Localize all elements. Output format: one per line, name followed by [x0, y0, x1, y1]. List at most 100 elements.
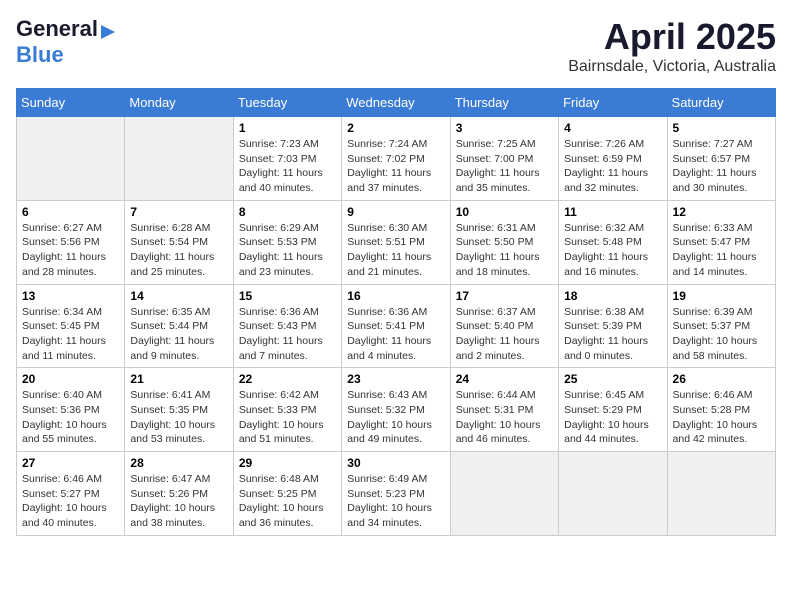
day-info: Sunrise: 6:35 AM Sunset: 5:44 PM Dayligh… — [130, 305, 227, 364]
day-number: 10 — [456, 205, 553, 219]
calendar-cell: 5Sunrise: 7:27 AM Sunset: 6:57 PM Daylig… — [667, 117, 775, 201]
day-number: 9 — [347, 205, 444, 219]
calendar-cell: 1 Sunrise: 7:23 AM Sunset: 7:03 PM Daylig… — [233, 117, 341, 201]
day-info: Sunrise: 6:38 AM Sunset: 5:39 PM Dayligh… — [564, 305, 661, 364]
day-info: Sunrise: 6:47 AM Sunset: 5:26 PM Dayligh… — [130, 472, 227, 531]
calendar-cell: 4 Sunrise: 7:26 AM Sunset: 6:59 PM Daylig… — [559, 117, 667, 201]
day-info: Sunrise: 7:27 AM Sunset: 6:57 PM Dayligh… — [673, 137, 770, 196]
day-info: Sunrise: 6:30 AM Sunset: 5:51 PM Dayligh… — [347, 221, 444, 280]
day-info: Sunrise: 6:31 AM Sunset: 5:50 PM Dayligh… — [456, 221, 553, 280]
day-number: 11 — [564, 205, 661, 219]
day-info: Sunrise: 6:46 AM Sunset: 5:27 PM Dayligh… — [22, 472, 119, 531]
col-header-saturday: Saturday — [667, 89, 775, 117]
day-number: 26 — [673, 372, 770, 386]
logo-blue-text: Blue — [16, 42, 64, 67]
day-number: 17 — [456, 289, 553, 303]
col-header-monday: Monday — [125, 89, 233, 117]
calendar-week-row: 1 Sunrise: 7:23 AM Sunset: 7:03 PM Daylig… — [17, 117, 776, 201]
day-number: 1 — [239, 121, 336, 135]
calendar-cell: 28 Sunrise: 6:47 AM Sunset: 5:26 PM Dayli… — [125, 452, 233, 536]
day-info: Sunrise: 6:46 AM Sunset: 5:28 PM Dayligh… — [673, 388, 770, 447]
calendar-cell: 16 Sunrise: 6:36 AM Sunset: 5:41 PM Dayli… — [342, 284, 450, 368]
logo: General Blue — [16, 16, 117, 68]
calendar-cell: 26 Sunrise: 6:46 AM Sunset: 5:28 PM Dayli… — [667, 368, 775, 452]
calendar-week-row: 13 Sunrise: 6:34 AM Sunset: 5:45 PM Dayli… — [17, 284, 776, 368]
day-number: 23 — [347, 372, 444, 386]
day-info: Sunrise: 6:40 AM Sunset: 5:36 PM Dayligh… — [22, 388, 119, 447]
day-info: Sunrise: 6:36 AM Sunset: 5:41 PM Dayligh… — [347, 305, 444, 364]
day-number: 24 — [456, 372, 553, 386]
day-number: 19 — [673, 289, 770, 303]
day-info: Sunrise: 6:44 AM Sunset: 5:31 PM Dayligh… — [456, 388, 553, 447]
calendar-cell: 9 Sunrise: 6:30 AM Sunset: 5:51 PM Daylig… — [342, 200, 450, 284]
calendar-cell: 13 Sunrise: 6:34 AM Sunset: 5:45 PM Dayli… — [17, 284, 125, 368]
calendar-cell: 25Sunrise: 6:45 AM Sunset: 5:29 PM Dayli… — [559, 368, 667, 452]
calendar-week-row: 6 Sunrise: 6:27 AM Sunset: 5:56 PM Daylig… — [17, 200, 776, 284]
calendar-cell: 14 Sunrise: 6:35 AM Sunset: 5:44 PM Dayli… — [125, 284, 233, 368]
calendar-week-row: 27 Sunrise: 6:46 AM Sunset: 5:27 PM Dayli… — [17, 452, 776, 536]
col-header-thursday: Thursday — [450, 89, 558, 117]
day-info: Sunrise: 6:45 AM Sunset: 5:29 PM Dayligh… — [564, 388, 661, 447]
calendar-cell: 21 Sunrise: 6:41 AM Sunset: 5:35 PM Dayli… — [125, 368, 233, 452]
day-info: Sunrise: 6:29 AM Sunset: 5:53 PM Dayligh… — [239, 221, 336, 280]
day-number: 2 — [347, 121, 444, 135]
day-number: 12 — [673, 205, 770, 219]
location-title: Bairnsdale, Victoria, Australia — [568, 58, 776, 76]
day-number: 14 — [130, 289, 227, 303]
day-info: Sunrise: 6:36 AM Sunset: 5:43 PM Dayligh… — [239, 305, 336, 364]
page-header: General Blue April 2025 Bairnsdale, Vict… — [16, 16, 776, 76]
calendar-cell: 2 Sunrise: 7:24 AM Sunset: 7:02 PM Daylig… — [342, 117, 450, 201]
day-info: Sunrise: 6:49 AM Sunset: 5:23 PM Dayligh… — [347, 472, 444, 531]
calendar-cell — [450, 452, 558, 536]
col-header-wednesday: Wednesday — [342, 89, 450, 117]
day-number: 22 — [239, 372, 336, 386]
day-number: 15 — [239, 289, 336, 303]
day-number: 8 — [239, 205, 336, 219]
day-info: Sunrise: 6:33 AM Sunset: 5:47 PM Dayligh… — [673, 221, 770, 280]
day-info: Sunrise: 6:34 AM Sunset: 5:45 PM Dayligh… — [22, 305, 119, 364]
day-info: Sunrise: 7:26 AM Sunset: 6:59 PM Dayligh… — [564, 137, 661, 196]
calendar-cell — [125, 117, 233, 201]
calendar-cell: 11 Sunrise: 6:32 AM Sunset: 5:48 PM Dayli… — [559, 200, 667, 284]
day-number: 7 — [130, 205, 227, 219]
day-number: 16 — [347, 289, 444, 303]
title-block: April 2025 Bairnsdale, Victoria, Austral… — [568, 16, 776, 76]
calendar-cell: 17Sunrise: 6:37 AM Sunset: 5:40 PM Dayli… — [450, 284, 558, 368]
day-info: Sunrise: 6:42 AM Sunset: 5:33 PM Dayligh… — [239, 388, 336, 447]
day-info: Sunrise: 6:28 AM Sunset: 5:54 PM Dayligh… — [130, 221, 227, 280]
calendar-cell: 6 Sunrise: 6:27 AM Sunset: 5:56 PM Daylig… — [17, 200, 125, 284]
day-info: Sunrise: 7:25 AM Sunset: 7:00 PM Dayligh… — [456, 137, 553, 196]
calendar-cell: 23Sunrise: 6:43 AM Sunset: 5:32 PM Dayli… — [342, 368, 450, 452]
logo-general-text: General — [16, 16, 98, 41]
day-number: 30 — [347, 456, 444, 470]
day-number: 6 — [22, 205, 119, 219]
day-info: Sunrise: 6:48 AM Sunset: 5:25 PM Dayligh… — [239, 472, 336, 531]
day-number: 28 — [130, 456, 227, 470]
day-number: 29 — [239, 456, 336, 470]
day-info: Sunrise: 6:27 AM Sunset: 5:56 PM Dayligh… — [22, 221, 119, 280]
day-info: Sunrise: 6:39 AM Sunset: 5:37 PM Dayligh… — [673, 305, 770, 364]
calendar-cell: 22 Sunrise: 6:42 AM Sunset: 5:33 PM Dayli… — [233, 368, 341, 452]
day-info: Sunrise: 7:24 AM Sunset: 7:02 PM Dayligh… — [347, 137, 444, 196]
calendar-cell: 12 Sunrise: 6:33 AM Sunset: 5:47 PM Dayli… — [667, 200, 775, 284]
day-info: Sunrise: 7:23 AM Sunset: 7:03 PM Dayligh… — [239, 137, 336, 196]
day-number: 27 — [22, 456, 119, 470]
calendar-cell: 27 Sunrise: 6:46 AM Sunset: 5:27 PM Dayli… — [17, 452, 125, 536]
calendar-week-row: 20Sunrise: 6:40 AM Sunset: 5:36 PM Dayli… — [17, 368, 776, 452]
day-number: 18 — [564, 289, 661, 303]
col-header-sunday: Sunday — [17, 89, 125, 117]
calendar-cell — [667, 452, 775, 536]
day-info: Sunrise: 6:32 AM Sunset: 5:48 PM Dayligh… — [564, 221, 661, 280]
calendar-cell: 24 Sunrise: 6:44 AM Sunset: 5:31 PM Dayli… — [450, 368, 558, 452]
calendar-cell: 18 Sunrise: 6:38 AM Sunset: 5:39 PM Dayli… — [559, 284, 667, 368]
day-number: 3 — [456, 121, 553, 135]
month-title: April 2025 — [568, 16, 776, 58]
day-number: 4 — [564, 121, 661, 135]
calendar-cell — [17, 117, 125, 201]
calendar-cell: 29 Sunrise: 6:48 AM Sunset: 5:25 PM Dayli… — [233, 452, 341, 536]
day-number: 21 — [130, 372, 227, 386]
day-info: Sunrise: 6:41 AM Sunset: 5:35 PM Dayligh… — [130, 388, 227, 447]
calendar-cell: 19 Sunrise: 6:39 AM Sunset: 5:37 PM Dayli… — [667, 284, 775, 368]
day-number: 13 — [22, 289, 119, 303]
calendar-header-row: SundayMondayTuesdayWednesdayThursdayFrid… — [17, 89, 776, 117]
